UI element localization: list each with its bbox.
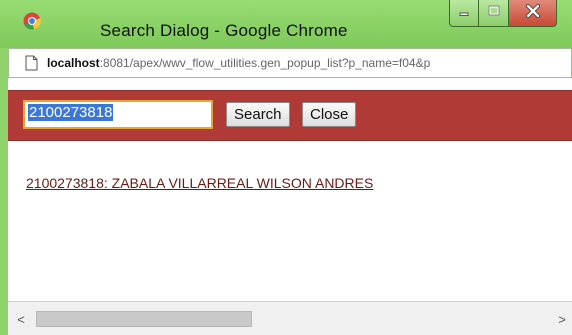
address-url: localhost:8081/apex/wwv_flow_utilities.g… — [47, 56, 430, 70]
close-button[interactable]: Close — [302, 102, 357, 127]
search-bar: 2100273818 Search Close — [8, 90, 572, 141]
page-icon — [25, 55, 38, 76]
search-input[interactable]: 2100273818 — [23, 100, 213, 129]
chrome-icon — [23, 12, 41, 30]
close-window-button[interactable] — [509, 0, 557, 27]
search-button[interactable]: Search — [226, 102, 290, 127]
minimize-button[interactable] — [449, 0, 479, 27]
result-link[interactable]: 2100273818: ZABALA VILLARREAL WILSON AND… — [26, 175, 373, 191]
maximize-button[interactable] — [479, 0, 509, 27]
close-icon — [525, 3, 541, 23]
url-path: :8081/apex/wwv_flow_utilities.gen_popup_… — [99, 56, 431, 70]
maximize-icon — [487, 4, 501, 23]
title-bar[interactable]: Search Dialog - Google Chrome — [0, 0, 572, 48]
window-title: Search Dialog - Google Chrome — [100, 21, 348, 40]
scroll-right-arrow[interactable]: > — [553, 310, 571, 328]
page-content: 2100273818 Search Close 2100273818: ZABA… — [8, 78, 572, 335]
browser-window: Search Dialog - Google Chrome localhost:… — [0, 0, 572, 335]
horizontal-scrollbar[interactable]: < > — [8, 301, 572, 335]
search-input-value: 2100273818 — [28, 104, 114, 121]
address-bar[interactable]: localhost:8081/apex/wwv_flow_utilities.g… — [8, 48, 572, 78]
minimize-icon — [457, 4, 471, 23]
url-host: localhost — [47, 56, 100, 70]
scroll-thumb[interactable] — [36, 311, 252, 327]
scroll-left-arrow[interactable]: < — [12, 310, 30, 328]
